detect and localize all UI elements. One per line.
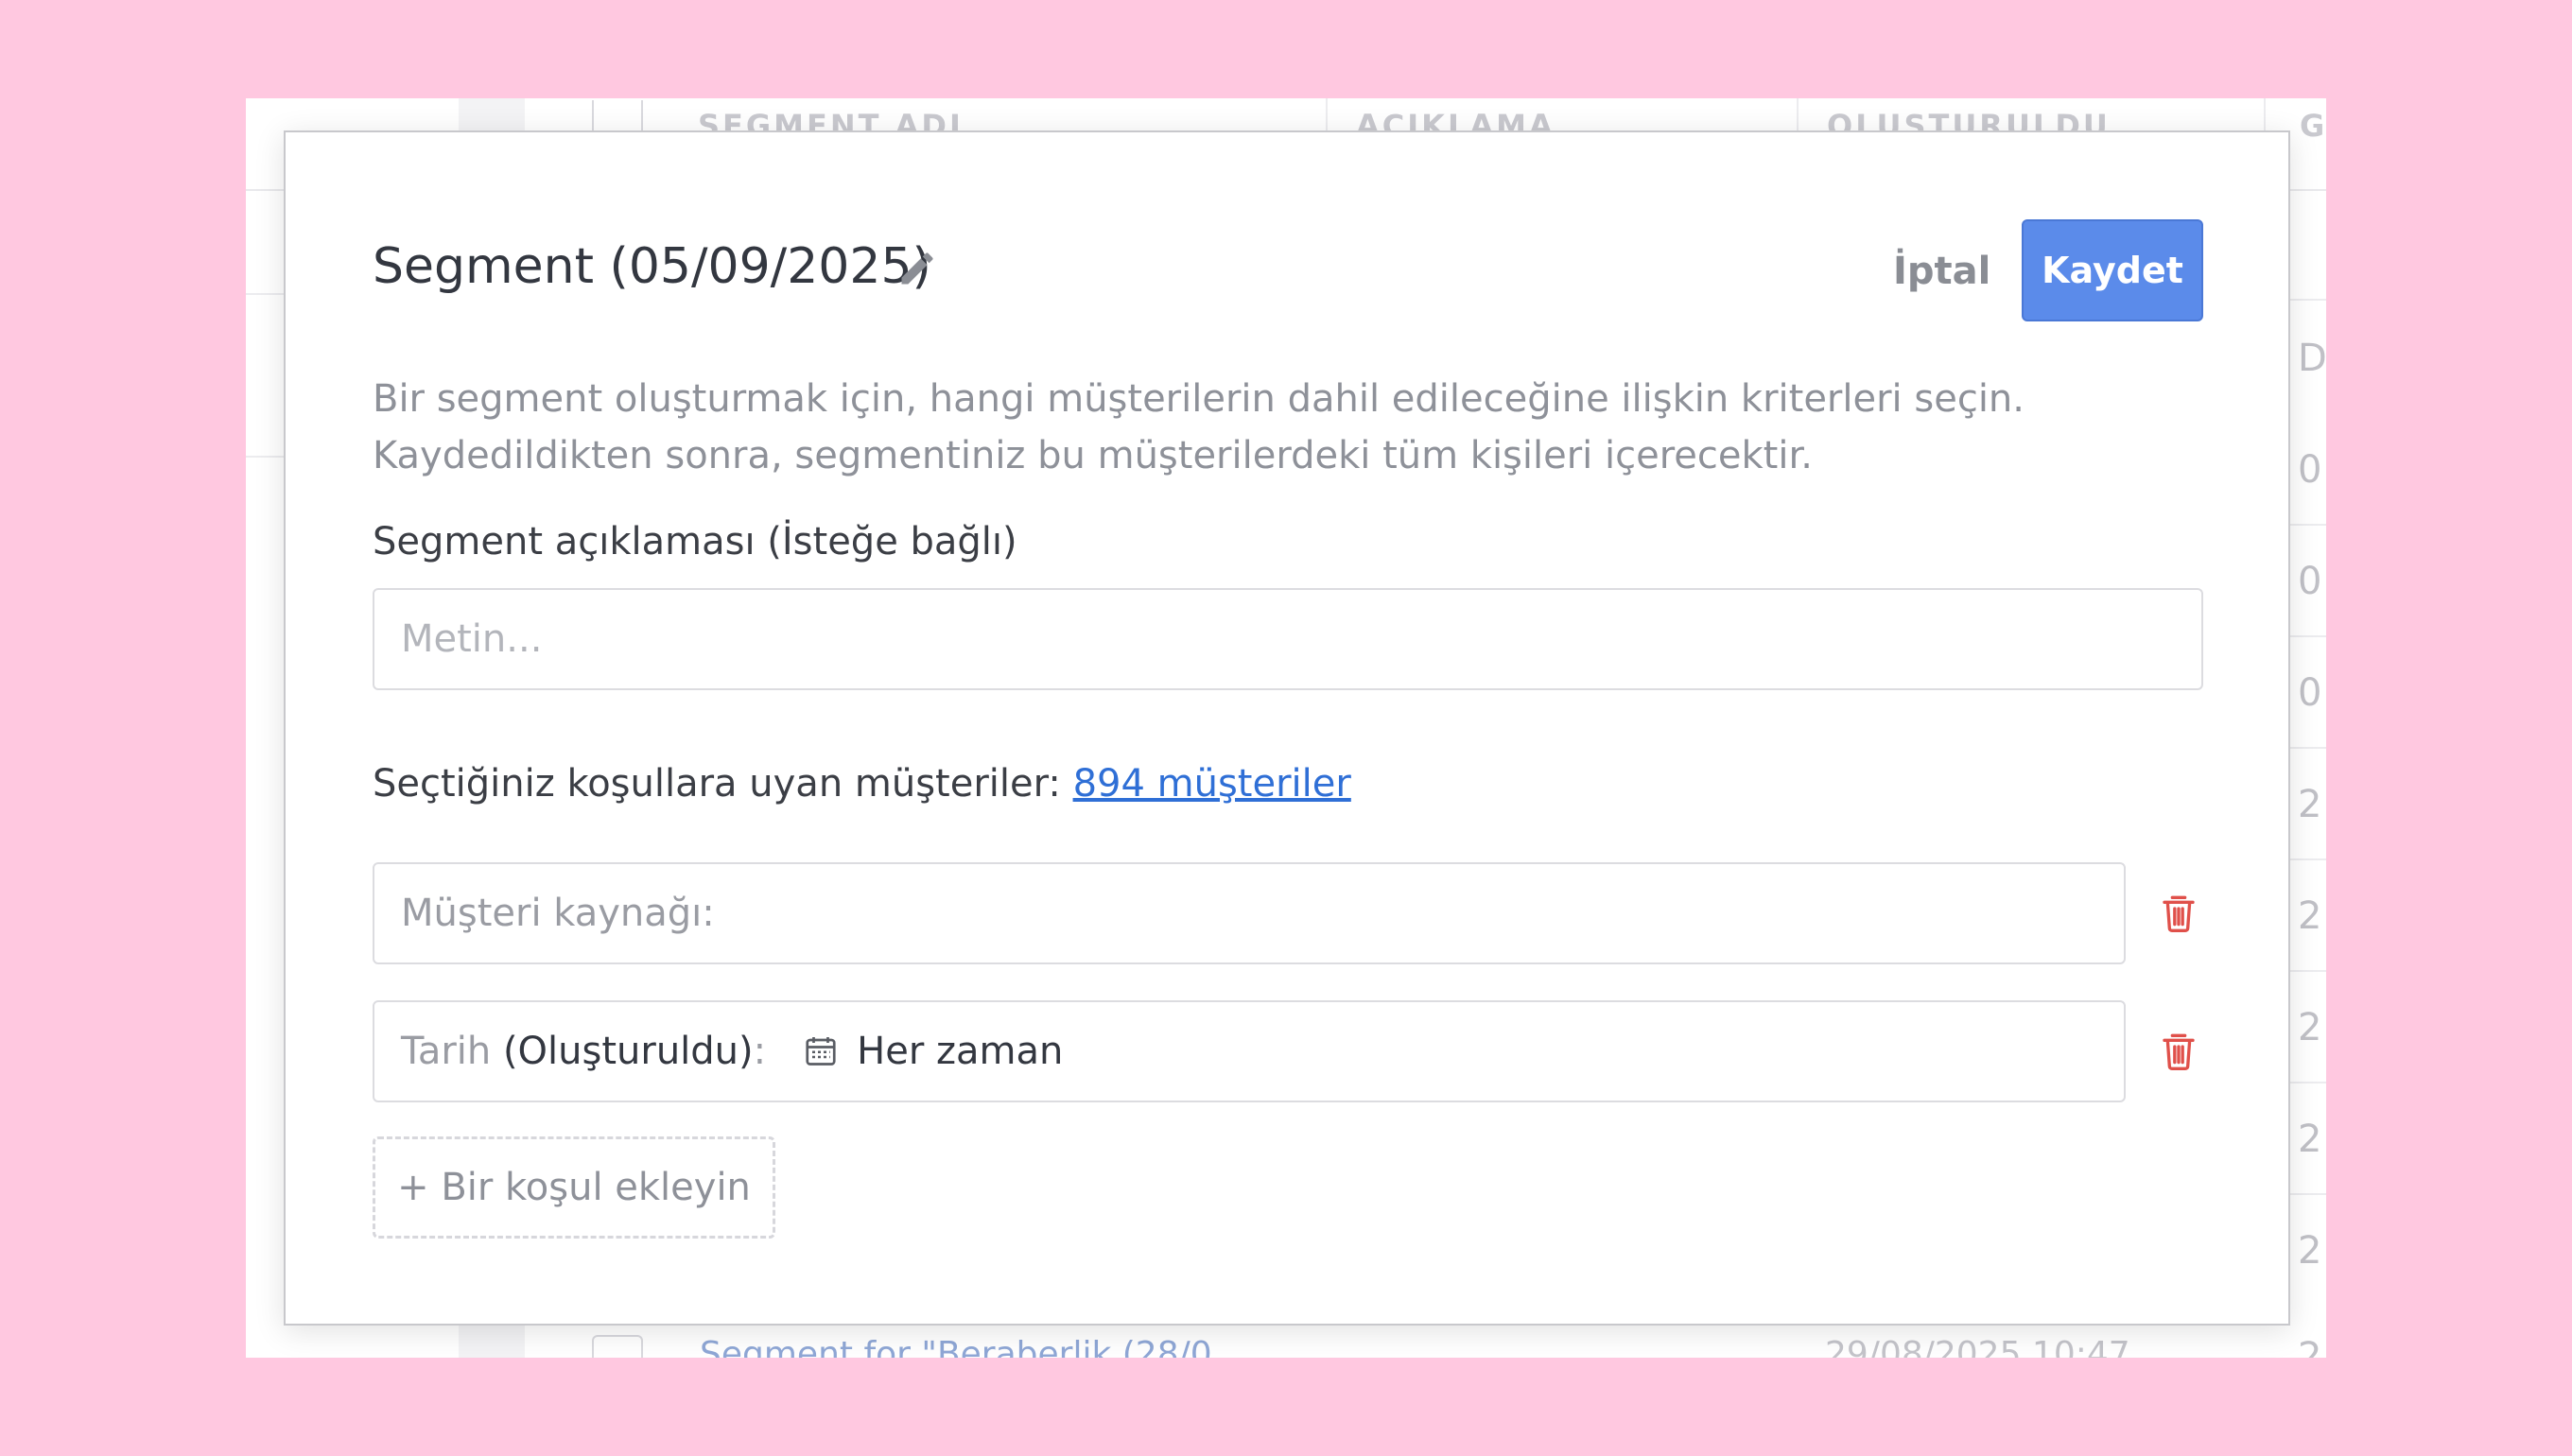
- condition-label-colon: :: [753, 1030, 767, 1073]
- table-cell: 2: [2298, 783, 2322, 826]
- table-cell: 0: [2298, 671, 2322, 715]
- table-cell: 2: [2298, 1229, 2322, 1273]
- table-cell: 2: [2298, 1118, 2322, 1161]
- condition-date-created[interactable]: Tarih (Oluşturuldu): Her zaman: [373, 1000, 2126, 1102]
- created-date: 29/08/2025 10:47: [1825, 1335, 2130, 1358]
- modal-title: Segment (05/09/2025): [373, 238, 931, 295]
- table-cell: 2: [2298, 894, 2322, 938]
- save-button[interactable]: Kaydet: [2022, 219, 2203, 321]
- condition-label-field: (Oluşturuldu): [502, 1030, 754, 1073]
- table-cell: 2: [2298, 1335, 2322, 1358]
- cancel-button[interactable]: İptal: [1893, 250, 1990, 293]
- segment-name-link[interactable]: Segment for "Beraberlik (28/0: [700, 1335, 1212, 1358]
- description-line: Bir segment oluşturmak için, hangi müşte…: [373, 377, 2025, 421]
- segment-description-label: Segment açıklaması (İsteğe bağlı): [373, 520, 1017, 563]
- row-checkbox[interactable]: [592, 1335, 643, 1358]
- calendar-icon: [806, 1037, 836, 1066]
- table-cell: 0: [2298, 448, 2322, 492]
- segment-modal: Segment (05/09/2025) İptal Kaydet Bir se…: [284, 130, 2290, 1326]
- condition-label-prefix: Tarih: [401, 1030, 492, 1073]
- matching-customers-label: Seçtiğiniz koşullara uyan müşteriler:: [373, 762, 1061, 806]
- description-line: Kaydedildikten sonra, segmentiniz bu müş…: [373, 434, 1813, 477]
- pencil-icon[interactable]: [896, 248, 938, 289]
- trash-icon[interactable]: [2160, 893, 2198, 934]
- table-cell: D: [2298, 337, 2326, 380]
- matching-customers-link[interactable]: 894 müşteriler: [1073, 762, 1351, 806]
- condition-customer-source[interactable]: Müşteri kaynağı:: [373, 862, 2126, 964]
- segment-description-input[interactable]: [373, 588, 2203, 690]
- trash-icon[interactable]: [2160, 1031, 2198, 1072]
- column-header-partial[interactable]: G: [2300, 108, 2326, 144]
- modal-description: Bir segment oluşturmak için, hangi müşte…: [373, 371, 2169, 484]
- table-cell: 0: [2298, 560, 2322, 603]
- matching-customers-text: Seçtiğiniz koşullara uyan müşteriler: 89…: [373, 762, 1351, 806]
- date-range-value[interactable]: Her zaman: [857, 1030, 1063, 1073]
- table-cell: 2: [2298, 1006, 2322, 1049]
- condition-label: Müşteri kaynağı:: [401, 892, 715, 935]
- add-condition-button[interactable]: + Bir koşul ekleyin: [373, 1136, 775, 1239]
